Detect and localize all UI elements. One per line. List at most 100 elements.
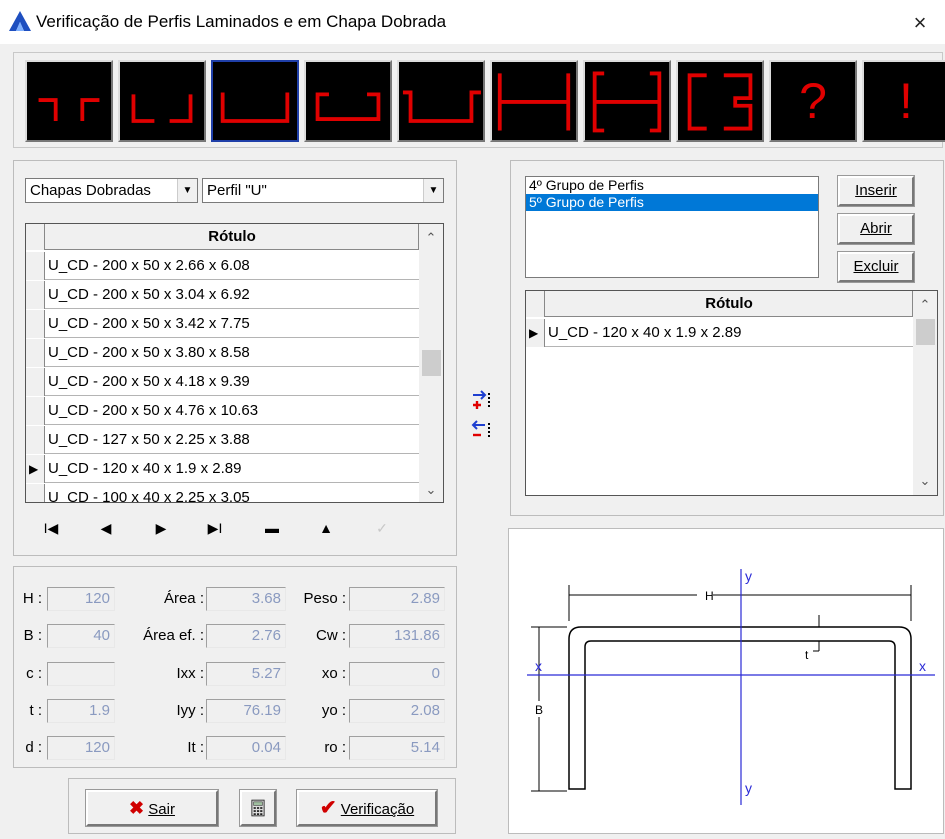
lj-shape-icon [131, 94, 193, 123]
label-area: Área : [163, 590, 204, 607]
app-logo-icon [9, 11, 31, 31]
table-row-current[interactable]: ▶ U_CD - 120 x 40 x 1.9 x 2.89 [26, 455, 419, 483]
axis-y-bottom-label: y [745, 780, 752, 796]
axis-y-top-label: y [745, 568, 752, 584]
insert-button[interactable]: Inserir [837, 175, 915, 207]
profile-button-box[interactable] [676, 60, 764, 142]
remove-from-group-icon[interactable] [471, 419, 497, 443]
table-row[interactable]: U_CD - 200 x 50 x 3.04 x 6.92 [26, 281, 419, 309]
field-cw[interactable]: 131.86 [349, 624, 445, 648]
row-label: U_CD - 120 x 40 x 1.9 x 2.89 [548, 324, 742, 341]
table-row-current[interactable]: ▶ U_CD - 120 x 40 x 1.9 x 2.89 [526, 319, 913, 347]
field-area[interactable]: 3.68 [206, 587, 286, 611]
type-combo[interactable]: Chapas Dobradas ▼ [25, 178, 198, 203]
table-row[interactable]: U_CD - 200 x 50 x 4.76 x 10.63 [26, 397, 419, 425]
table-row[interactable]: U_CD - 200 x 50 x 2.66 x 6.08 [26, 252, 419, 280]
field-area-ef[interactable]: 2.76 [206, 624, 286, 648]
table-row[interactable]: U_CD - 127 x 50 x 2.25 x 3.88 [26, 426, 419, 454]
field-xo[interactable]: 0 [349, 662, 445, 686]
profile-combo[interactable]: Perfil "U" ▼ [202, 178, 444, 203]
profile-button-u[interactable] [211, 60, 299, 142]
table-row[interactable]: U_CD - 200 x 50 x 4.18 x 9.39 [26, 368, 419, 396]
scroll-down-icon[interactable]: ⌄ [913, 469, 937, 493]
field-ro[interactable]: 5.14 [349, 736, 445, 760]
box-shape-icon [687, 73, 753, 131]
table-row[interactable]: U_CD - 200 x 50 x 3.42 x 7.75 [26, 310, 419, 338]
vertical-scrollbar[interactable]: ⌃ ⌄ [419, 224, 443, 502]
profile-button-lipped-i[interactable] [583, 60, 671, 142]
row-label: U_CD - 200 x 50 x 3.04 x 6.92 [48, 286, 250, 303]
field-it[interactable]: 0.04 [206, 736, 286, 760]
label-b: B : [23, 627, 42, 644]
field-iyy[interactable]: 76.19 [206, 699, 286, 723]
nav-first-button[interactable]: I◀ [36, 516, 66, 540]
scroll-up-icon[interactable]: ⌃ [419, 226, 443, 250]
open-button-label: Abrir [860, 220, 892, 237]
help-button[interactable]: ? [769, 60, 857, 142]
field-peso[interactable]: 2.89 [349, 587, 445, 611]
close-icon[interactable]: × [905, 10, 935, 36]
lipped-i-shape-icon [592, 71, 662, 133]
row-label: U_CD - 200 x 50 x 3.80 x 8.58 [48, 344, 250, 361]
nav-last-button[interactable]: ▶I [200, 516, 230, 540]
window-title: Verificação de Perfis Laminados e em Cha… [36, 12, 447, 31]
catalog-grid[interactable]: Rótulo U_CD - 200 x 50 x 2.66 x 6.08 U_C… [25, 223, 444, 503]
label-iyy: Iyy : [176, 702, 204, 719]
scroll-up-icon[interactable]: ⌃ [913, 293, 937, 317]
profile-button-u-flange[interactable] [397, 60, 485, 142]
list-item[interactable]: 4º Grupo de Perfis [526, 177, 818, 194]
scroll-thumb[interactable] [916, 319, 935, 345]
lipped-u-shape-icon [315, 92, 381, 121]
delete-button[interactable]: Excluir [837, 251, 915, 283]
profile-button-double-angle[interactable] [25, 60, 113, 142]
checkmark-icon: ✔ [319, 797, 337, 819]
label-yo: yo : [321, 702, 346, 719]
label-peso: Peso : [303, 590, 346, 607]
field-d[interactable]: 120 [47, 736, 115, 760]
nav-delete-button[interactable]: ▬ [257, 516, 287, 540]
axis-x-right-label: x [919, 658, 926, 674]
field-ixx[interactable]: 5.27 [206, 662, 286, 686]
list-item-selected[interactable]: 5º Grupo de Perfis [526, 194, 818, 211]
chevron-down-icon[interactable]: ▼ [423, 179, 443, 202]
label-ro: ro : [324, 739, 346, 756]
verify-button[interactable]: ✔ Verificação [296, 789, 438, 827]
label-it: It : [187, 739, 204, 756]
column-header-rotulo[interactable]: Rótulo [546, 291, 913, 317]
profile-button-i[interactable] [490, 60, 578, 142]
type-combo-value: Chapas Dobradas [30, 182, 151, 199]
field-yo[interactable]: 2.08 [349, 699, 445, 723]
profile-button-lipped-u[interactable] [304, 60, 392, 142]
vertical-scrollbar[interactable]: ⌃ ⌄ [913, 291, 937, 495]
nav-prior-button[interactable]: ◀ [91, 516, 121, 540]
field-t[interactable]: 1.9 [47, 699, 115, 723]
profile-button-double-c[interactable] [118, 60, 206, 142]
table-row[interactable]: U_CD - 100 x 40 x 2.25 x 3.05 [26, 484, 419, 502]
table-row[interactable]: U_CD - 200 x 50 x 3.80 x 8.58 [26, 339, 419, 367]
column-header-rotulo[interactable]: Rótulo [46, 224, 419, 250]
exit-button-label: Sair [148, 801, 175, 818]
field-b[interactable]: 40 [47, 624, 115, 648]
verify-button-label: Verificação [340, 801, 415, 818]
i-shape-icon [497, 73, 571, 131]
scroll-thumb[interactable] [422, 350, 441, 376]
add-to-group-icon[interactable] [471, 389, 497, 413]
alert-button[interactable]: ! [862, 60, 945, 142]
delete-button-label: Excluir [853, 258, 899, 275]
nav-next-button[interactable]: ▶ [146, 516, 176, 540]
row-label: U_CD - 200 x 50 x 3.42 x 7.75 [48, 315, 250, 332]
calculator-button[interactable] [239, 789, 277, 827]
nav-edit-button[interactable]: ▲ [311, 516, 341, 540]
exit-button[interactable]: ✖ Sair [85, 789, 219, 827]
field-c[interactable] [47, 662, 115, 686]
scroll-down-icon[interactable]: ⌄ [419, 478, 443, 502]
grid-header: Rótulo [526, 291, 913, 317]
label-d: d : [25, 739, 42, 756]
open-button[interactable]: Abrir [837, 213, 915, 245]
label-ixx: Ixx : [176, 665, 204, 682]
chevron-down-icon[interactable]: ▼ [177, 179, 197, 202]
group-grid[interactable]: Rótulo ▶ U_CD - 120 x 40 x 1.9 x 2.89 ⌃ … [525, 290, 938, 496]
current-row-pointer-icon: ▶ [526, 319, 545, 347]
field-h[interactable]: 120 [47, 587, 115, 611]
group-list[interactable]: 4º Grupo de Perfis 5º Grupo de Perfis [525, 176, 819, 278]
